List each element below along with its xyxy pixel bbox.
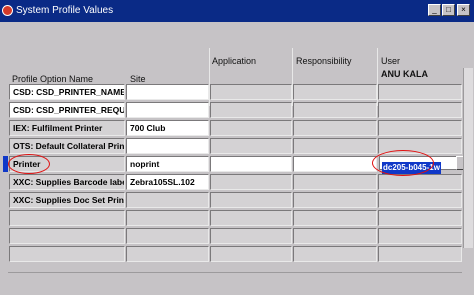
responsibility-value-cell[interactable]: [293, 174, 377, 190]
responsibility-value-cell[interactable]: [293, 84, 377, 100]
row-indicator[interactable]: [3, 192, 8, 208]
annotation-ellipse-printer: [8, 154, 50, 174]
application-value-cell[interactable]: [210, 84, 292, 100]
profile-name-cell[interactable]: OTS: Default Collateral Printer Name: [9, 138, 125, 154]
user-value-cell[interactable]: [378, 120, 462, 136]
responsibility-value-cell[interactable]: [293, 210, 377, 226]
oracle-app-icon: [2, 5, 13, 16]
row-indicator[interactable]: [3, 210, 8, 226]
col-header-profile-option-name: Profile Option Name: [12, 74, 94, 84]
close-button[interactable]: ×: [457, 4, 470, 16]
profile-name-cell[interactable]: IEX: Fulfilment Printer: [9, 120, 125, 136]
site-value-cell[interactable]: Zebra105SL.102: [126, 174, 209, 190]
user-value-cell[interactable]: [378, 192, 462, 208]
site-value-cell[interactable]: [126, 102, 209, 118]
profile-name-cell[interactable]: [9, 210, 125, 226]
divider: [8, 272, 462, 273]
site-value-cell[interactable]: [126, 228, 209, 244]
responsibility-value-cell[interactable]: [293, 192, 377, 208]
maximize-button[interactable]: □: [442, 4, 455, 16]
responsibility-value-cell[interactable]: [293, 246, 377, 262]
profile-name-cell[interactable]: XXC: Supplies Doc Set Printer: [9, 192, 125, 208]
annotation-ellipse-user-value: [372, 150, 434, 176]
site-value-cell[interactable]: [126, 210, 209, 226]
title-bar: System Profile Values _ □ ×: [0, 0, 474, 22]
user-value-cell[interactable]: [378, 174, 462, 190]
site-value-cell[interactable]: [126, 84, 209, 100]
vertical-scrollbar[interactable]: [463, 68, 473, 248]
row-indicator[interactable]: [3, 228, 8, 244]
application-value-cell[interactable]: [210, 246, 292, 262]
user-value-cell[interactable]: [378, 228, 462, 244]
application-value-cell[interactable]: [210, 228, 292, 244]
profile-name-cell[interactable]: CSD: CSD_PRINTER_NAME: [9, 84, 125, 100]
application-value-cell[interactable]: [210, 102, 292, 118]
profile-name-cell[interactable]: [9, 228, 125, 244]
responsibility-value-cell[interactable]: [293, 228, 377, 244]
profile-name-cell[interactable]: CSD: CSD_PRINTER_REQUIRED: [9, 102, 125, 118]
site-value-cell[interactable]: [126, 246, 209, 262]
row-indicator[interactable]: [3, 246, 8, 262]
application-value-cell[interactable]: [210, 138, 292, 154]
row-indicator[interactable]: [3, 174, 8, 190]
user-value-cell[interactable]: [378, 246, 462, 262]
row-indicator[interactable]: [3, 84, 8, 100]
row-indicator[interactable]: [3, 138, 8, 154]
profile-values-window: System Profile Values _ □ × Application …: [0, 0, 474, 295]
profile-name-cell[interactable]: XXC: Supplies Barcode label Printer: [9, 174, 125, 190]
application-value-cell[interactable]: [210, 174, 292, 190]
row-indicator[interactable]: [3, 102, 8, 118]
col-header-user: User: [381, 56, 401, 66]
user-value-cell[interactable]: [378, 84, 462, 100]
col-header-application: Application: [212, 56, 257, 66]
profile-name-cell[interactable]: [9, 246, 125, 262]
form-area: Application Responsibility User Profile …: [0, 22, 474, 295]
minimize-button[interactable]: _: [428, 4, 441, 16]
application-value-cell[interactable]: [210, 156, 292, 172]
site-value-cell[interactable]: 700 Club: [126, 120, 209, 136]
application-value-cell[interactable]: [210, 120, 292, 136]
application-value-cell[interactable]: [210, 192, 292, 208]
user-value-cell[interactable]: [378, 210, 462, 226]
col-header-site: Site: [130, 74, 146, 84]
application-value-cell[interactable]: [210, 210, 292, 226]
site-value-cell[interactable]: [126, 192, 209, 208]
responsibility-value-cell[interactable]: [293, 138, 377, 154]
responsibility-value-cell[interactable]: [293, 102, 377, 118]
col-header-responsibility: Responsibility: [296, 56, 352, 66]
responsibility-value-cell[interactable]: [293, 120, 377, 136]
site-value-cell[interactable]: [126, 138, 209, 154]
row-indicator[interactable]: [3, 120, 8, 136]
window-title: System Profile Values: [16, 5, 114, 16]
user-value-cell[interactable]: [378, 102, 462, 118]
user-name-value: ANU KALA: [381, 69, 428, 79]
responsibility-value-cell[interactable]: [293, 156, 377, 172]
site-value-cell[interactable]: noprint: [126, 156, 209, 172]
